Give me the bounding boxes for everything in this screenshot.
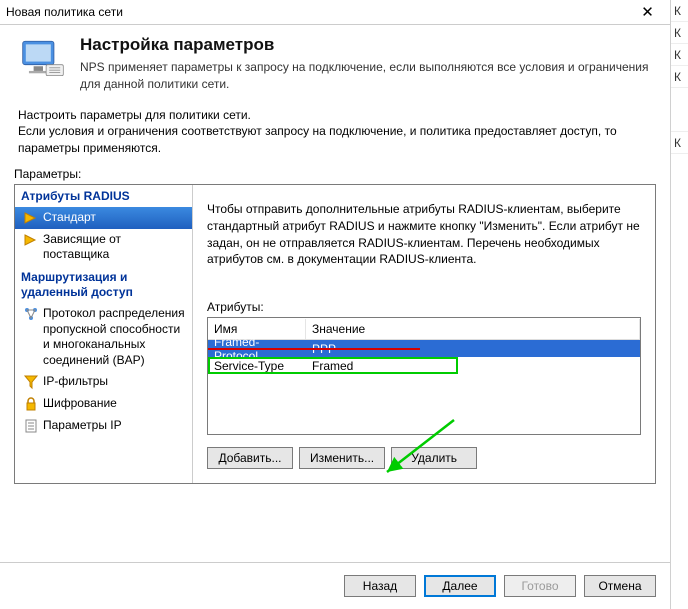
delete-button[interactable]: Удалить bbox=[391, 447, 477, 469]
document-icon bbox=[23, 418, 39, 434]
instructions-text: Настроить параметры для политики сети. Е… bbox=[0, 101, 670, 167]
parameters-label: Параметры: bbox=[0, 167, 670, 184]
filter-icon bbox=[23, 374, 39, 390]
sidebar-group-radius: Атрибуты RADIUS bbox=[15, 185, 192, 207]
sidebar-item-label: IP-фильтры bbox=[43, 374, 108, 390]
cancel-button[interactable]: Отмена bbox=[584, 575, 656, 597]
attributes-table[interactable]: Имя Значение Framed-Protocol PPP Service… bbox=[207, 317, 641, 435]
cell-value: Framed bbox=[306, 358, 640, 374]
content-pane: Чтобы отправить дополнительные атрибуты … bbox=[193, 185, 655, 483]
sidebar-item-standard[interactable]: Стандарт bbox=[15, 207, 192, 229]
table-row[interactable]: Service-Type Framed bbox=[208, 357, 640, 374]
lock-icon bbox=[23, 396, 39, 412]
header-text: Настройка параметров NPS применяет парам… bbox=[80, 35, 652, 93]
page-heading: Настройка параметров bbox=[80, 35, 652, 55]
sidebar: Атрибуты RADIUS Стандарт Зависящие от по… bbox=[15, 185, 193, 483]
table-buttons: Добавить... Изменить... Удалить bbox=[207, 447, 641, 469]
edit-button[interactable]: Изменить... bbox=[299, 447, 385, 469]
sidebar-item-label: Стандарт bbox=[43, 210, 96, 226]
table-row[interactable]: Framed-Protocol PPP bbox=[208, 340, 640, 357]
sidebar-item-ipparams[interactable]: Параметры IP bbox=[15, 415, 192, 437]
monitor-icon bbox=[18, 35, 68, 88]
wizard-footer: Назад Далее Готово Отмена bbox=[344, 575, 656, 597]
content-description: Чтобы отправить дополнительные атрибуты … bbox=[207, 201, 641, 268]
column-value[interactable]: Значение bbox=[306, 319, 640, 339]
sidebar-item-bap[interactable]: Протокол распределения пропускной способ… bbox=[15, 303, 192, 371]
back-button[interactable]: Назад bbox=[344, 575, 416, 597]
window-title: Новая политика сети bbox=[6, 5, 625, 19]
close-icon[interactable]: ✕ bbox=[625, 0, 670, 25]
cell-name: Service-Type bbox=[208, 358, 306, 374]
footer-separator bbox=[0, 562, 670, 563]
sidebar-item-label: Шифрование bbox=[43, 396, 117, 412]
cell-value: PPP bbox=[306, 341, 640, 357]
sidebar-item-ipfilters[interactable]: IP-фильтры bbox=[15, 371, 192, 393]
sidebar-item-label: Зависящие от поставщика bbox=[43, 232, 186, 263]
sidebar-item-label: Протокол распределения пропускной способ… bbox=[43, 306, 186, 368]
titlebar: Новая политика сети ✕ bbox=[0, 0, 670, 25]
sidebar-group-routing: Маршрутизация и удаленный доступ bbox=[15, 266, 192, 303]
page-subtitle: NPS применяет параметры к запросу на под… bbox=[80, 59, 652, 93]
next-button[interactable]: Далее bbox=[424, 575, 496, 597]
arrow-icon bbox=[23, 210, 39, 226]
sidebar-item-vendor[interactable]: Зависящие от поставщика bbox=[15, 229, 192, 266]
header-pane: Настройка параметров NPS применяет парам… bbox=[0, 25, 670, 101]
network-icon bbox=[23, 306, 39, 322]
parameters-frame: Атрибуты RADIUS Стандарт Зависящие от по… bbox=[14, 184, 656, 484]
add-button[interactable]: Добавить... bbox=[207, 447, 293, 469]
dialog-window: Новая политика сети ✕ Настройка параметр… bbox=[0, 0, 670, 609]
attributes-label: Атрибуты: bbox=[207, 300, 641, 314]
sidebar-item-encryption[interactable]: Шифрование bbox=[15, 393, 192, 415]
finish-button: Готово bbox=[504, 575, 576, 597]
arrow-icon bbox=[23, 232, 39, 248]
background-window-sliver: К К К К К bbox=[670, 0, 688, 609]
sidebar-item-label: Параметры IP bbox=[43, 418, 122, 434]
